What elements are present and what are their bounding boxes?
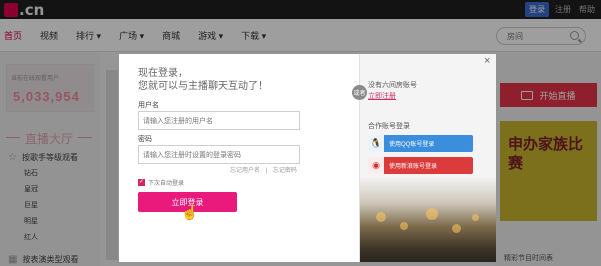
- qq-icon: 🐧: [368, 135, 384, 152]
- forgot-username-link[interactable]: 忘记用户名: [230, 168, 260, 174]
- weibo-login-label: 使用新浪账号登录: [389, 164, 438, 170]
- login-form: 现在登录， 您就可以与主播聊天互动了！ 用户名 密码 忘记用户名 | 忘记密码 …: [119, 54, 359, 262]
- login-headline: 现在登录， 您就可以与主播聊天互动了！: [138, 68, 268, 92]
- or-badge: 或者: [352, 85, 367, 100]
- register-now-link[interactable]: 立即注册: [368, 91, 396, 101]
- close-icon[interactable]: ×: [484, 56, 490, 67]
- social-login-pane: 没有六间房账号 立即注册 合作账号登录 🐧 使用QQ账号登录 ◉ 使用新浪账号登…: [360, 54, 496, 262]
- no-account-text: 没有六间房账号: [368, 82, 417, 89]
- password-field-box: [138, 145, 300, 164]
- username-field-box: [138, 111, 300, 130]
- helper-separator: |: [265, 168, 268, 174]
- username-input[interactable]: [139, 113, 295, 130]
- username-label: 用户名: [138, 102, 159, 109]
- weibo-icon: ◉: [368, 157, 384, 174]
- forgot-password-link[interactable]: 忘记密码: [273, 168, 297, 174]
- remember-label: 下次自动登录: [148, 181, 185, 187]
- partner-login-title: 合作账号登录: [368, 123, 410, 130]
- password-label: 密码: [138, 136, 152, 143]
- password-input[interactable]: [139, 147, 295, 164]
- qq-login-button[interactable]: 🐧 使用QQ账号登录: [368, 135, 473, 152]
- hand-cursor-icon: ☝: [181, 204, 199, 220]
- remember-checkbox[interactable]: ✓: [138, 179, 145, 186]
- qq-login-label: 使用QQ账号登录: [389, 142, 435, 148]
- helper-links: 忘记用户名 | 忘记密码: [230, 165, 301, 174]
- remember-me[interactable]: ✓ 下次自动登录: [138, 178, 184, 187]
- login-modal: 现在登录， 您就可以与主播聊天互动了！ 用户名 密码 忘记用户名 | 忘记密码 …: [119, 54, 496, 262]
- weibo-login-button[interactable]: ◉ 使用新浪账号登录: [368, 157, 473, 174]
- decorative-photo: [360, 178, 496, 262]
